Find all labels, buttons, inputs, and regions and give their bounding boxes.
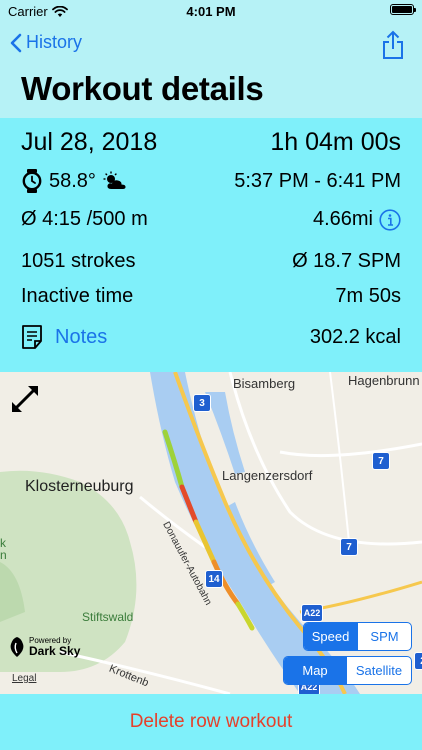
stroke-rate: Ø 18.7 SPM — [292, 250, 401, 272]
map-label-bisamberg: Bisamberg — [233, 376, 296, 391]
row-pace-distance: Ø 4:15 /500 m 4.66mi — [21, 208, 401, 231]
route-badge-3: 3 — [193, 394, 211, 412]
speed-spm-toggle[interactable]: Speed SPM — [303, 622, 412, 651]
share-button[interactable] — [382, 30, 404, 65]
route-map[interactable]: Bisamberg Hagenbrunn Langenzersdorf Klos… — [0, 372, 422, 694]
temperature: 58.8° — [49, 169, 96, 192]
row-strokes: 1051 strokes Ø 18.7 SPM — [21, 250, 401, 273]
notes-button[interactable]: Notes — [21, 324, 107, 350]
dark-sky-logo-icon — [10, 637, 24, 657]
map-label-langenzersdorf: Langenzersdorf — [222, 468, 313, 483]
inactive-value: 7m 50s — [335, 285, 401, 307]
calories: 302.2 kcal — [309, 325, 401, 348]
spm-option[interactable]: SPM — [357, 623, 411, 650]
speed-option[interactable]: Speed — [304, 623, 357, 650]
page-title: Workout details — [21, 70, 264, 107]
back-label: History — [26, 32, 83, 52]
row-date-duration: Jul 28, 2018 1h 04m 00s — [21, 128, 401, 157]
watch-icon — [22, 169, 42, 193]
expand-map-icon[interactable] — [8, 382, 42, 416]
info-icon[interactable] — [379, 208, 401, 231]
row-inactive: Inactive time 7m 50s — [21, 285, 401, 308]
back-button[interactable]: History — [10, 32, 82, 53]
partly-cloudy-icon — [103, 171, 126, 189]
chevron-left-icon — [10, 33, 22, 52]
workout-date: Jul 28, 2018 — [21, 128, 158, 156]
row-notes-calories: Notes 302.2 kcal — [21, 324, 401, 350]
map-label-hagenbrunn: Hagenbrunn — [348, 373, 420, 388]
battery-icon — [390, 4, 416, 15]
navigation-bar: History Workout details — [0, 22, 422, 118]
delete-workout-button[interactable]: Delete row workout — [130, 711, 293, 733]
share-icon — [383, 30, 403, 59]
footer: Delete row workout — [0, 694, 422, 750]
map-option[interactable]: Map — [284, 657, 347, 684]
route-badge-7a: 7 — [372, 452, 390, 470]
dark-sky-text: Powered by Dark Sky — [29, 637, 81, 658]
workout-details-panel: Jul 28, 2018 1h 04m 00s 58.8° 5:37 PM - … — [0, 118, 422, 372]
map-label-n: n — [0, 548, 7, 562]
route-badge-14: 14 — [205, 570, 223, 588]
map-label-stiftswald: Stiftswald — [82, 610, 134, 624]
battery-fill — [392, 6, 412, 13]
inactive-label: Inactive time — [21, 285, 134, 307]
dark-sky-attribution[interactable]: Powered by Dark Sky — [8, 636, 80, 658]
row-weather-time: 58.8° 5:37 PM - 6:41 PM — [21, 168, 401, 194]
status-right — [390, 4, 416, 15]
distance: 4.66mi — [312, 208, 373, 230]
distance-group: 4.66mi — [313, 208, 401, 231]
workout-duration: 1h 04m 00s — [270, 128, 401, 156]
route-badge-a22a: A22 — [301, 604, 323, 622]
stroke-count: 1051 strokes — [21, 250, 136, 272]
map-label-klosterneuburg: Klosterneuburg — [25, 478, 134, 495]
status-bar: Carrier 4:01 PM — [0, 0, 422, 22]
notes-label: Notes — [55, 325, 108, 348]
legal-link[interactable]: Legal — [12, 673, 36, 684]
notes-icon — [22, 325, 42, 349]
route-badge-7b: 7 — [340, 538, 358, 556]
satellite-option[interactable]: Satellite — [346, 657, 411, 684]
time-range: 5:37 PM - 6:41 PM — [234, 169, 401, 192]
dark-sky-label: Dark Sky — [29, 644, 81, 658]
route-badge-2: 2 — [414, 652, 422, 670]
map-type-toggle[interactable]: Map Satellite — [283, 656, 412, 685]
weather-group: 58.8° — [21, 168, 128, 194]
average-pace: Ø 4:15 /500 m — [21, 208, 148, 230]
status-time: 4:01 PM — [186, 4, 236, 19]
